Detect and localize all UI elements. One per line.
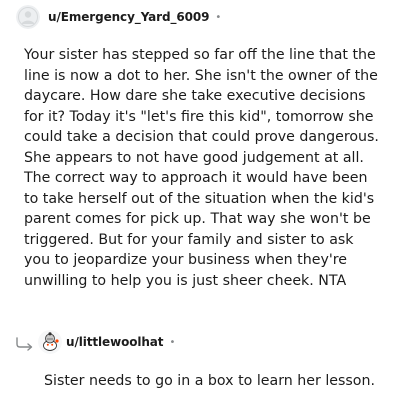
reply-arrow-icon xyxy=(14,336,36,356)
comment-body: Your sister has stepped so far off the l… xyxy=(24,47,379,289)
snoo-avatar-icon[interactable] xyxy=(38,330,62,354)
comment-username[interactable]: u/Emergency_Yard_6009 xyxy=(48,10,209,24)
comment-username[interactable]: u/littlewoolhat xyxy=(66,335,164,349)
default-avatar-icon[interactable] xyxy=(16,5,40,29)
comment-header: u/Emergency_Yard_6009 • xyxy=(16,5,221,29)
comment-header: u/littlewoolhat • xyxy=(38,330,175,354)
separator-dot: • xyxy=(215,11,222,23)
separator-dot: • xyxy=(169,336,176,348)
comment-body: Sister needs to go in a box to learn her… xyxy=(44,373,375,389)
